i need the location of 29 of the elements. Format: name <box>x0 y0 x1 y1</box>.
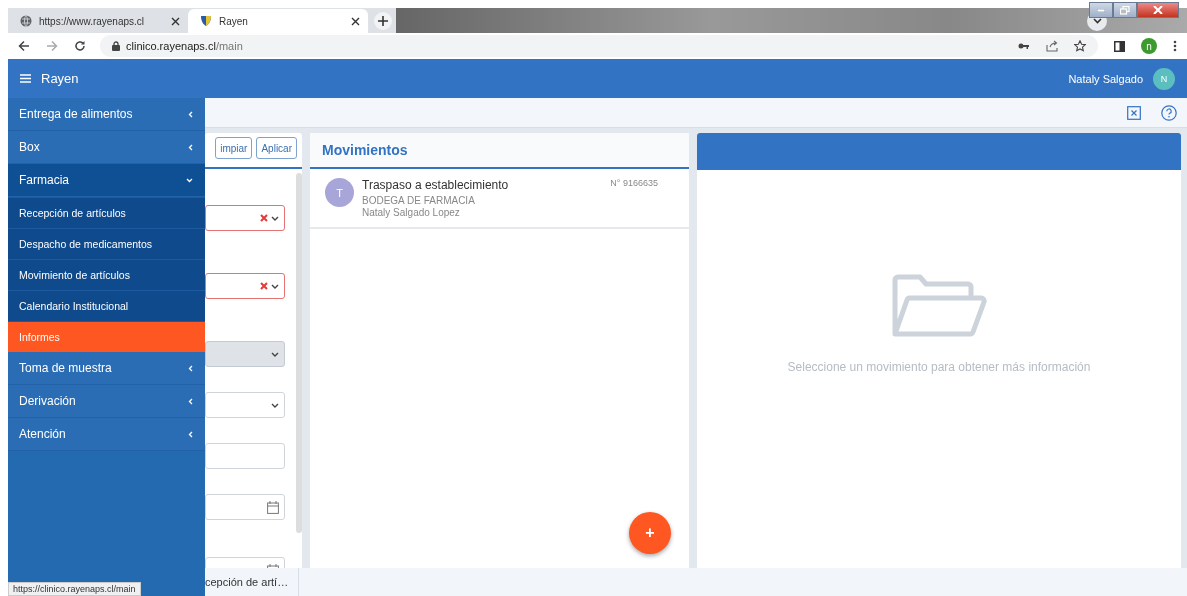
filter-button[interactable]: Aplicar <box>256 137 297 159</box>
sidebar-item[interactable]: Derivación <box>8 385 205 418</box>
sidebar-item[interactable]: Entrega de alimentos <box>8 98 205 131</box>
app-title: Rayen <box>41 71 79 86</box>
profile-avatar[interactable]: n <box>1141 38 1157 54</box>
panel-title: Movimientos <box>322 142 408 158</box>
add-button[interactable]: + <box>629 512 671 554</box>
movement-number: N° 9166635 <box>610 178 658 190</box>
movement-origin: BODEGA DE FARMACIA <box>362 195 476 207</box>
address-field[interactable]: clinico.rayenaps.cl/main <box>100 35 1098 57</box>
sidebar-subitem[interactable]: Informes <box>8 321 205 352</box>
filter-button[interactable]: impiar <box>215 137 253 159</box>
movement-user: Nataly Salgado Lopez <box>362 207 461 219</box>
browser-tab[interactable]: https://www.rayenaps.cl <box>8 9 188 33</box>
sidebar-item[interactable]: Farmacia <box>8 164 205 197</box>
user-name: Nataly Salgado <box>1068 72 1143 85</box>
empty-message: Seleccione un movimiento para obtener más información <box>787 360 1091 374</box>
sidebar-subitem[interactable]: Calendario Institucional <box>8 290 205 321</box>
movement-title: Traspaso a establecimiento <box>362 178 510 192</box>
sidebar-subitem[interactable]: Movimiento de artículos <box>8 259 205 290</box>
sidebar-item[interactable]: Box <box>8 131 205 164</box>
status-url: https://clinico.rayenaps.cl/main <box>8 582 141 596</box>
sidebar-item[interactable]: Atención <box>8 418 205 451</box>
sidebar-subitem[interactable]: Recepción de artículos <box>8 197 205 228</box>
sidebar-item[interactable]: Toma de muestra <box>8 352 205 385</box>
browser-tab[interactable]: Rayen <box>188 9 368 33</box>
sidebar-subitem[interactable]: Despacho de medicamentos <box>8 228 205 259</box>
initial-avatar: T <box>325 178 354 207</box>
movement-item[interactable]: T Traspaso a establecimiento BODEGA DE FARMACIA Nataly Salgado Lopez N° 9166635 <box>310 169 689 229</box>
